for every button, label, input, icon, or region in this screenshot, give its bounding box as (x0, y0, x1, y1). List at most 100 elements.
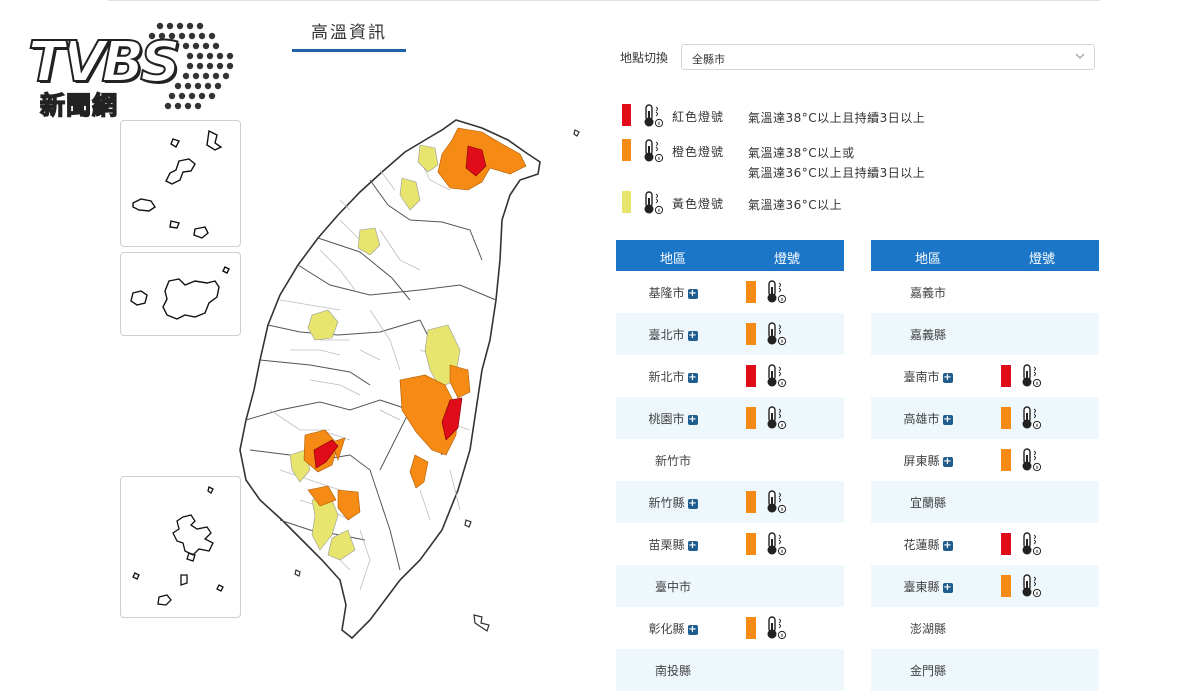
area-name-text: 屏東縣 (903, 454, 940, 468)
area-name-text: 嘉義縣 (909, 328, 946, 342)
thermometer-icon (1022, 574, 1042, 598)
expand-plus-icon[interactable]: + (942, 541, 953, 551)
expand-plus-icon[interactable]: + (687, 289, 698, 299)
table-row: 嘉義市 (871, 271, 1099, 313)
area-name: 澎湖縣 (871, 620, 985, 637)
thermometer-icon (644, 191, 664, 215)
expand-plus-icon[interactable]: + (687, 499, 698, 509)
table-row: 高雄市 + (871, 397, 1099, 439)
table-row: 臺中市 (616, 565, 844, 607)
area-name: 嘉義縣 (871, 326, 985, 343)
area-name-text: 南投縣 (654, 664, 691, 678)
thermometer-icon (767, 364, 787, 388)
area-name[interactable]: 屏東縣 + (871, 452, 985, 469)
area-name: 新竹市 (616, 452, 730, 469)
area-name[interactable]: 新竹縣 + (616, 494, 730, 511)
chevron-down-icon (1075, 53, 1085, 59)
thermometer-icon (644, 139, 664, 163)
area-name: 嘉義市 (871, 284, 985, 301)
thermometer-icon (767, 616, 787, 640)
signal-swatch-red (746, 365, 756, 387)
area-name: 臺中市 (616, 578, 730, 595)
area-name-text: 新北市 (648, 370, 685, 384)
expand-plus-icon[interactable]: + (942, 373, 953, 383)
table-row: 南投縣 (616, 649, 844, 691)
signal-swatch-orange (1001, 575, 1011, 597)
expand-plus-icon[interactable]: + (942, 583, 953, 593)
signal-swatch-orange (1001, 407, 1011, 429)
signal-swatch-orange (746, 407, 756, 429)
expand-plus-icon[interactable]: + (687, 415, 698, 425)
legend-description-line: 氣溫達38°C以上或 (748, 146, 855, 160)
legend-description: 氣溫達38°C以上且持續3日以上 (748, 108, 925, 128)
legend-name: 橙色燈號 (672, 145, 725, 159)
area-name[interactable]: 臺東縣 + (871, 578, 985, 595)
legend-description-line: 氣溫達36°C以上 (748, 198, 843, 212)
table-row: 新竹市 (616, 439, 844, 481)
thermometer-icon (767, 280, 787, 304)
expand-plus-icon[interactable]: + (942, 457, 953, 467)
thermometer-icon (1022, 406, 1042, 430)
header-signal: 燈號 (773, 252, 800, 267)
signal-swatch-orange (1001, 449, 1011, 471)
area-name-text: 苗栗縣 (648, 538, 685, 552)
thermometer-icon (767, 532, 787, 556)
area-name-text: 臺中市 (654, 580, 691, 594)
table-row: 花蓮縣 + (871, 523, 1099, 565)
area-name-text: 澎湖縣 (909, 622, 946, 636)
area-name[interactable]: 臺南市 + (871, 368, 985, 385)
header-area: 地區 (914, 252, 941, 267)
table-row: 臺東縣 + (871, 565, 1099, 607)
table-row: 彰化縣 + (616, 607, 844, 649)
tvbs-logo[interactable]: TVBS 新聞網 (27, 14, 234, 121)
legend-name: 黃色燈號 (672, 197, 725, 211)
table-row: 宜蘭縣 (871, 481, 1099, 523)
table-row: 澎湖縣 (871, 607, 1099, 649)
area-name[interactable]: 臺北市 + (616, 326, 730, 343)
top-divider (108, 0, 1100, 1)
table-row: 屏東縣 + (871, 439, 1099, 481)
signal-swatch-orange (746, 533, 756, 555)
expand-plus-icon[interactable]: + (687, 541, 698, 551)
area-name[interactable]: 苗栗縣 + (616, 536, 730, 553)
legend-name: 紅色燈號 (672, 110, 725, 124)
table-row: 新北市 + (616, 355, 844, 397)
signal-swatch-orange (746, 491, 756, 513)
legend-swatch-red (622, 104, 631, 126)
area-name[interactable]: 高雄市 + (871, 410, 985, 427)
legend-description: 氣溫達36°C以上 (748, 195, 842, 215)
signal-swatch-red (1001, 365, 1011, 387)
thermometer-icon (1022, 364, 1042, 388)
legend-description-line: 氣溫達36°C以上且持續3日以上 (748, 166, 926, 180)
location-selected-value: 全縣市 (692, 53, 725, 66)
expand-plus-icon[interactable]: + (942, 415, 953, 425)
thermometer-icon (1022, 448, 1042, 472)
table-row: 臺北市 + (616, 313, 844, 355)
area-name-text: 花蓮縣 (903, 538, 940, 552)
expand-plus-icon[interactable]: + (687, 625, 698, 635)
location-switch-label: 地點切換 (620, 51, 669, 65)
area-name-text: 桃園市 (648, 412, 685, 426)
legend-swatch-yellow (622, 191, 631, 213)
signal-swatch-orange (746, 323, 756, 345)
taiwan-heat-map (239, 119, 580, 640)
expand-plus-icon[interactable]: + (687, 331, 698, 341)
header-area: 地區 (659, 252, 686, 267)
area-name[interactable]: 新北市 + (616, 368, 730, 385)
area-name[interactable]: 花蓮縣 + (871, 536, 985, 553)
thermometer-icon (1022, 532, 1042, 556)
area-name[interactable]: 彰化縣 + (616, 620, 730, 637)
thermometer-icon (767, 322, 787, 346)
table-row: 基隆市 + (616, 271, 844, 313)
area-name-text: 新竹縣 (648, 496, 685, 510)
logo-sub-text: 新聞網 (39, 90, 119, 120)
signal-swatch-red (1001, 533, 1011, 555)
location-select[interactable]: 全縣市 (681, 44, 1095, 70)
table-row: 金門縣 (871, 649, 1099, 691)
table-header: 地區 燈號 (871, 240, 1099, 271)
area-name-text: 嘉義市 (909, 286, 946, 300)
area-name[interactable]: 基隆市 + (616, 284, 730, 301)
area-name[interactable]: 桃園市 + (616, 410, 730, 427)
area-name-text: 臺東縣 (903, 580, 940, 594)
expand-plus-icon[interactable]: + (687, 373, 698, 383)
